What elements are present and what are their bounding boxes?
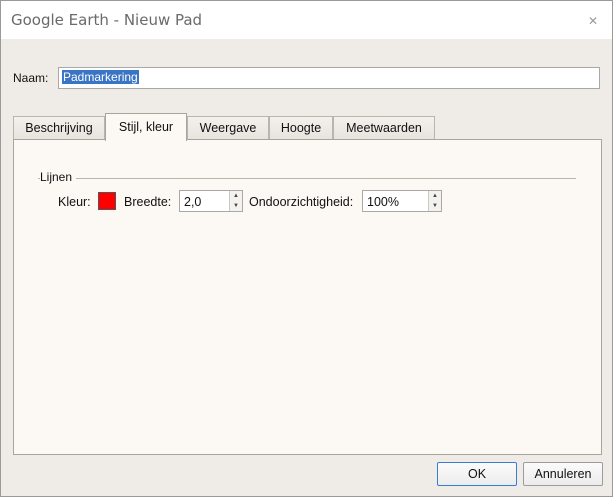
opacity-value: 100%	[367, 195, 399, 209]
opacity-spin-arrows[interactable]: ▲ ▼	[428, 191, 441, 211]
lines-group-title: Lijnen	[40, 170, 77, 184]
spin-down-arrow-icon[interactable]: ▼	[429, 201, 441, 211]
ok-button[interactable]: OK	[437, 462, 517, 486]
tab-description[interactable]: Beschrijving	[13, 116, 105, 141]
color-label: Kleur:	[58, 195, 91, 209]
name-label: Naam:	[13, 71, 49, 85]
width-spin-arrows[interactable]: ▲ ▼	[229, 191, 242, 211]
group-divider	[38, 178, 576, 179]
tab-altitude[interactable]: Hoogte	[269, 116, 333, 141]
tab-panel-style-color: Lijnen Kleur: Breedte: 2,0 ▲ ▼ Ondoorzic…	[13, 139, 602, 455]
spin-up-arrow-icon[interactable]: ▲	[230, 191, 242, 201]
width-spinbox[interactable]: 2,0 ▲ ▼	[179, 190, 243, 212]
spin-up-arrow-icon[interactable]: ▲	[429, 191, 441, 201]
name-input-value: Padmarkering	[62, 70, 139, 84]
tab-measurements[interactable]: Meetwaarden	[333, 116, 435, 141]
color-swatch-button[interactable]	[98, 192, 116, 210]
name-input[interactable]: Padmarkering	[58, 67, 600, 89]
title-bar[interactable]: Google Earth - Nieuw Pad ✕	[1, 1, 612, 39]
spin-down-arrow-icon[interactable]: ▼	[230, 201, 242, 211]
width-value: 2,0	[184, 195, 202, 209]
width-label: Breedte:	[124, 195, 172, 209]
tab-view[interactable]: Weergave	[187, 116, 269, 141]
window-title: Google Earth - Nieuw Pad	[11, 11, 203, 29]
tab-style-color[interactable]: Stijl, kleur	[105, 113, 187, 141]
opacity-spinbox[interactable]: 100% ▲ ▼	[362, 190, 442, 212]
dialog-window: Google Earth - Nieuw Pad ✕ Naam: Padmark…	[0, 0, 613, 497]
opacity-label: Ondoorzichtigheid:	[249, 195, 354, 209]
cancel-button[interactable]: Annuleren	[523, 462, 603, 486]
close-icon[interactable]: ✕	[582, 10, 604, 32]
